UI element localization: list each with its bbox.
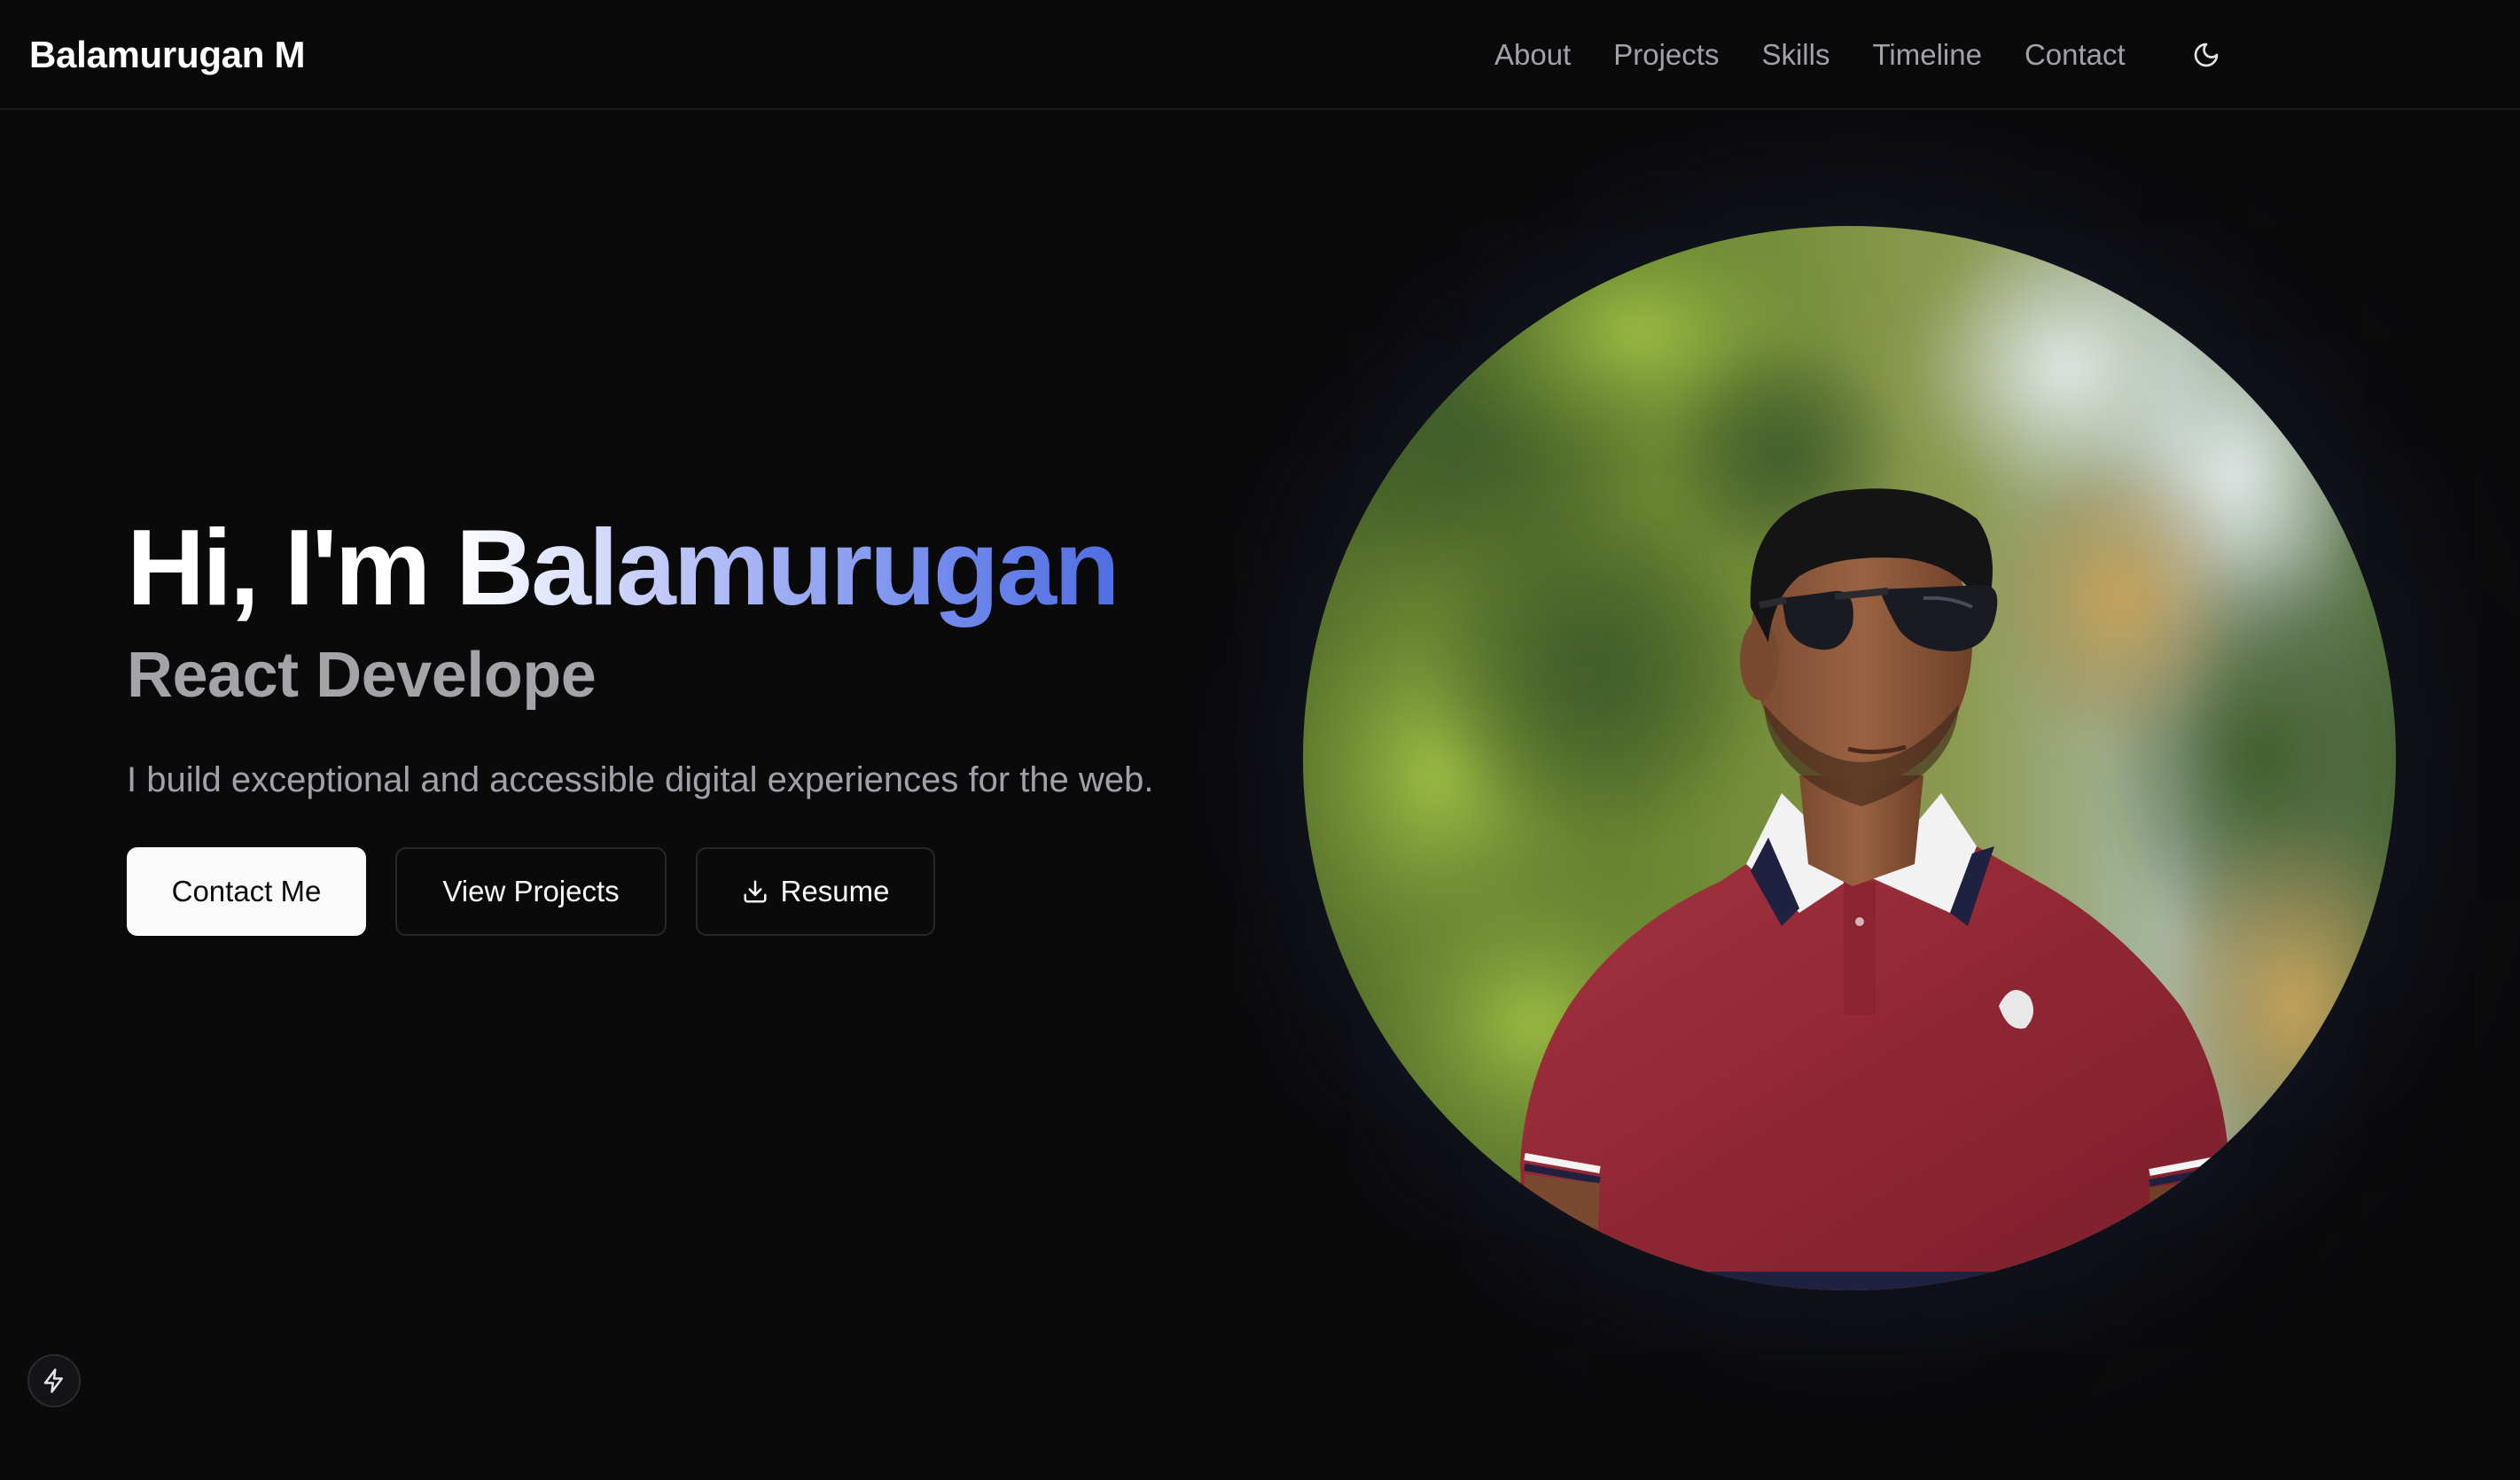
hero-description: I build exceptional and accessible digit… [127,760,1154,799]
nav-link-about[interactable]: About [1494,28,1571,82]
floating-action-button[interactable] [27,1354,81,1407]
moon-icon [2194,43,2219,67]
navbar: Balamurugan M About Projects Skills Time… [0,0,2520,110]
nav-link-contact[interactable]: Contact [2025,28,2126,82]
nav-link-projects[interactable]: Projects [1613,28,1719,82]
nav-link-skills[interactable]: Skills [1761,28,1830,82]
nav-links: About Projects Skills Timeline Contact [1494,28,2168,82]
lightning-bolt-icon [43,1368,63,1393]
download-icon [744,880,767,903]
brand-logo[interactable]: Balamurugan M [29,28,305,82]
resume-label: Resume [780,875,890,907]
view-projects-button[interactable]: View Projects [395,847,667,936]
contact-me-button[interactable]: Contact Me [127,847,366,936]
hero-section: Hi, I'm Balamurugan React Develope I bui… [127,496,1190,936]
hero-name: Balamurugan [456,507,1120,627]
view-projects-label: View Projects [442,875,620,907]
hero-greeting: Hi, I'm [127,507,456,627]
contact-me-label: Contact Me [171,875,322,907]
hero-buttons: Contact Me View Projects Resume [127,847,1190,936]
resume-button[interactable]: Resume [696,847,935,936]
theme-toggle-button[interactable] [2185,34,2227,76]
nav-link-timeline[interactable]: Timeline [1872,28,1981,82]
profile-photo [1303,226,2396,1290]
hero-role: React Develope [127,640,597,711]
hero-title: Hi, I'm Balamurugan [127,496,1190,638]
